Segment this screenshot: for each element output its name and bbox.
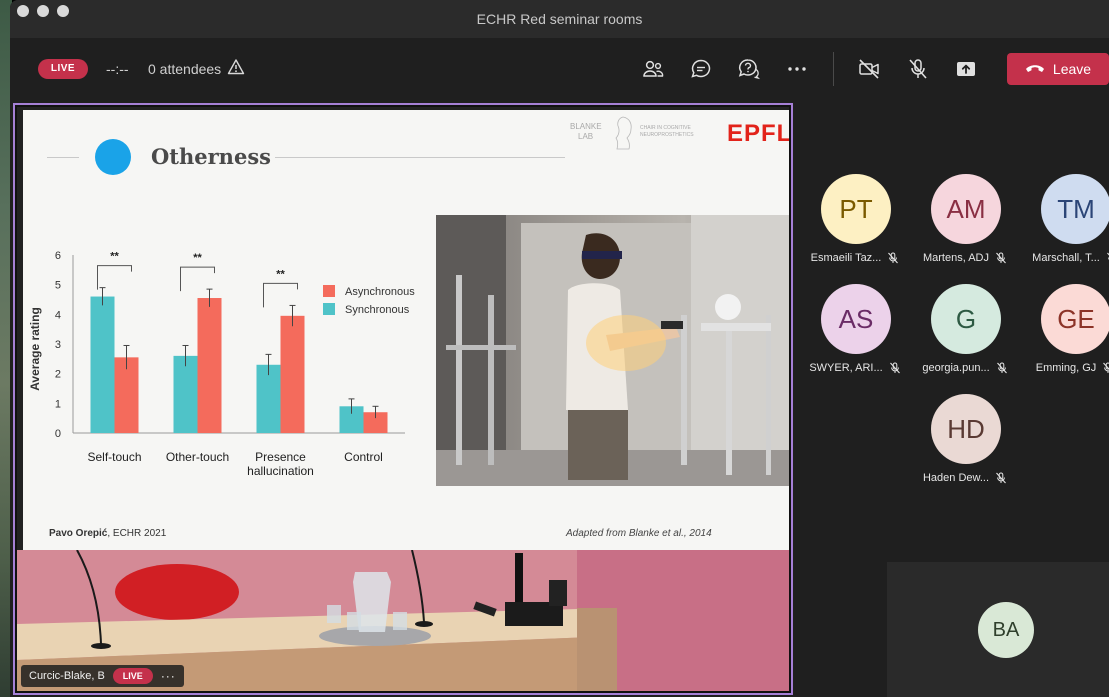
bar-synchronous: [173, 355, 198, 433]
self-avatar: BA: [978, 602, 1034, 658]
participant-avatar: G: [931, 284, 1001, 354]
slide-footer-credit: Adapted from Blanke et al., 2014: [566, 528, 712, 539]
bar-asynchronous: [197, 298, 222, 433]
mic-off-icon: [888, 252, 899, 264]
hang-up-icon: [1025, 65, 1044, 72]
mic-off-icon: [996, 362, 1007, 374]
experiment-scene-illustration: [436, 215, 789, 486]
participant-gallery: PT Esmaeili Taz... AM Martens, ADJ TM Ma…: [800, 110, 1109, 560]
svg-text:LAB: LAB: [578, 132, 593, 141]
participant-avatar: PT: [821, 174, 891, 244]
blanke-lab-logo-art: BLANKE LAB CHAIR IN COGNITIVE NEUROPROST…: [570, 116, 694, 150]
presenter-live-badge: LIVE: [112, 668, 153, 684]
significance-marker: **: [110, 251, 119, 263]
participant-name: Esmaeili Taz...: [810, 252, 882, 264]
presenter-more-button[interactable]: ···: [161, 669, 176, 683]
presenter-name-tag: Curcic-Blake, B LIVE ···: [21, 665, 184, 687]
participant-tile[interactable]: GE Emming, GJ: [1020, 284, 1109, 384]
x-tick-label: Self-touch: [87, 450, 141, 464]
y-tick-label: 6: [55, 250, 61, 262]
legend-label: Asynchronous: [345, 286, 415, 298]
q-and-a-icon[interactable]: [737, 57, 761, 81]
svg-text:BLANKE: BLANKE: [570, 122, 602, 131]
participant-name: Emming, GJ: [1035, 362, 1097, 374]
participant-name: SWYER, ARI...: [809, 362, 883, 374]
rating-bar-chart: 0 1 2 3 4 5 6 Average rating Self-touch ** Other-t…: [28, 250, 415, 478]
bar-synchronous: [90, 296, 115, 433]
x-tick-label: Other-touch: [166, 450, 229, 464]
participant-name: georgia.pun...: [922, 362, 990, 374]
live-badge: LIVE: [38, 59, 88, 79]
attendee-count: 0 attendees: [148, 61, 222, 77]
participant-tile[interactable]: AS SWYER, ARI...: [800, 284, 910, 384]
significance-bracket: [97, 265, 132, 290]
presentation-slide: Otherness BLANKE LAB CHAIR IN COGNITIVE …: [23, 110, 789, 550]
x-tick-label: Control: [344, 450, 383, 464]
participant-tile[interactable]: G georgia.pun...: [910, 284, 1020, 384]
participant-avatar: HD: [931, 394, 1001, 464]
leave-label: Leave: [1052, 61, 1092, 77]
camera-off-icon[interactable]: [857, 57, 881, 81]
legend-swatch: [323, 303, 335, 315]
participant-tile[interactable]: TM Marschall, T...: [1020, 174, 1109, 274]
slide-footer-author: Pavo Orepić, ECHR 2021: [49, 528, 166, 539]
legend-label: Synchronous: [345, 304, 410, 316]
mic-off-icon: [996, 252, 1006, 264]
more-options-icon[interactable]: [785, 57, 809, 81]
participant-name: Martens, ADJ: [922, 252, 990, 264]
blanke-lab-logo: BLANKE LAB CHAIR IN COGNITIVE NEUROPROST…: [568, 115, 708, 151]
mic-off-icon: [1103, 362, 1109, 373]
y-tick-label: 2: [55, 369, 61, 381]
y-tick-label: 3: [55, 339, 61, 351]
y-tick-label: 5: [55, 280, 61, 292]
mic-off-icon: [889, 362, 900, 374]
significance-bracket: [180, 266, 215, 292]
chat-icon[interactable]: [689, 57, 713, 81]
experiment-video-frame: [436, 215, 789, 486]
svg-text:CHAIR IN COGNITIVE: CHAIR IN COGNITIVE: [640, 125, 692, 131]
toolbar-divider: [833, 52, 834, 86]
meeting-timer: --:--: [106, 61, 129, 77]
participant-avatar: TM: [1041, 174, 1109, 244]
y-tick-label: 4: [55, 309, 61, 321]
window-title: ECHR Red seminar rooms: [476, 11, 643, 27]
x-tick-label: Presence: [255, 450, 306, 464]
svg-text:NEUROPROSTHETICS: NEUROPROSTHETICS: [640, 132, 694, 138]
participant-tile[interactable]: AM Martens, ADJ: [910, 174, 1020, 274]
significance-bracket: [263, 282, 298, 308]
significance-marker: **: [193, 252, 202, 264]
significance-marker: **: [276, 268, 285, 280]
participant-avatar: GE: [1041, 284, 1109, 354]
bar-asynchronous: [280, 315, 305, 433]
mic-off-icon[interactable]: [906, 57, 930, 81]
participant-name: Haden Dew...: [922, 472, 990, 484]
event-name: , ECHR 2021: [107, 528, 167, 539]
leave-button[interactable]: Leave: [1007, 53, 1109, 85]
title-bar: ECHR Red seminar rooms: [10, 0, 1109, 38]
y-axis-title: Average rating: [28, 307, 42, 391]
participant-name: Marschall, T...: [1032, 252, 1100, 264]
author-name: Pavo Orepić: [49, 528, 108, 539]
participant-avatar: AS: [821, 284, 891, 354]
people-icon[interactable]: [641, 57, 665, 81]
self-view-tile[interactable]: BA: [887, 562, 1109, 697]
meeting-toolbar: LIVE --:-- 0 attendees Leave: [10, 38, 1109, 100]
legend-swatch: [323, 285, 335, 297]
meeting-window: ECHR Red seminar rooms LIVE --:-- 0 atte…: [10, 0, 1109, 697]
mic-off-icon: [996, 472, 1006, 484]
participant-tile[interactable]: PT Esmaeili Taz...: [800, 174, 910, 274]
y-tick-label: 0: [55, 428, 61, 440]
warning-icon[interactable]: [227, 58, 245, 76]
participant-avatar: AM: [931, 174, 1001, 244]
epfl-logo: EPFL: [727, 120, 789, 147]
y-tick-label: 1: [55, 398, 61, 410]
x-tick-label: hallucination: [247, 464, 314, 478]
presenter-name: Curcic-Blake, B: [29, 670, 105, 682]
participant-tile[interactable]: HD Haden Dew...: [910, 394, 1020, 494]
shared-content-stage: Otherness BLANKE LAB CHAIR IN COGNITIVE …: [13, 103, 793, 695]
share-screen-icon[interactable]: [954, 57, 978, 81]
